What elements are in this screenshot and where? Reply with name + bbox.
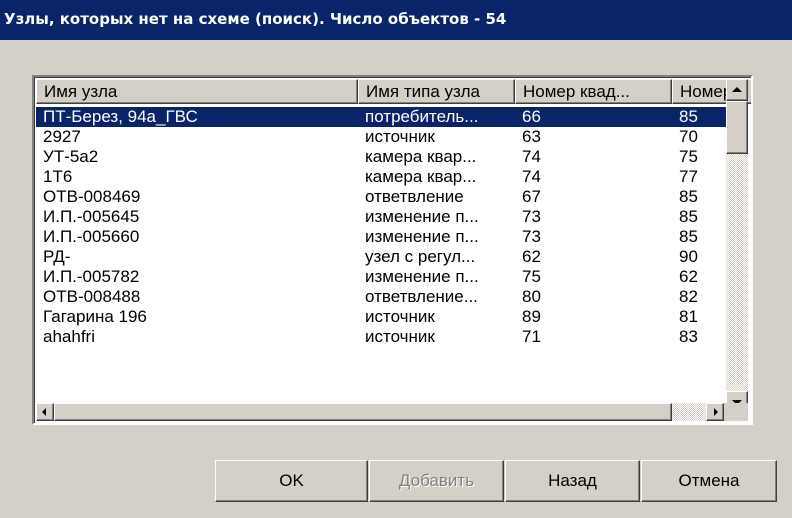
add-button[interactable]: Добавить: [369, 460, 504, 502]
cell-number: 85: [679, 107, 698, 126]
cell-node-type: потребитель...: [365, 107, 479, 126]
cell-square-number: 62: [522, 247, 541, 266]
scroll-up-button[interactable]: [726, 79, 748, 101]
cell-node-name: ОТВ-008488: [43, 287, 141, 306]
table-row[interactable]: 1Т6 камера квар... 74 77: [36, 167, 749, 187]
cell-square-number: 75: [522, 267, 541, 286]
ok-button[interactable]: OK: [215, 460, 368, 502]
cell-node-type: узел с регул...: [365, 247, 476, 266]
table-row[interactable]: И.П.-005660 изменение п... 73 85: [36, 227, 749, 247]
cell-number: 82: [679, 287, 698, 306]
column-header-node-name[interactable]: Имя узла: [36, 79, 358, 104]
cell-square-number: 67: [522, 187, 541, 206]
scroll-corner: [724, 403, 748, 421]
table-row[interactable]: 2927 источник 63 70: [36, 127, 749, 147]
cell-node-name: 2927: [43, 127, 81, 146]
cell-number: 85: [679, 207, 698, 226]
table-row[interactable]: ОТВ-008469 ответвление 67 85: [36, 187, 749, 207]
table-row[interactable]: И.П.-005782 изменение п... 75 62: [36, 267, 749, 287]
nodes-list[interactable]: Имя узла Имя типа узла Номер квад... Ном…: [32, 75, 753, 425]
cell-number: 85: [679, 187, 698, 206]
cell-node-type: источник: [365, 307, 435, 326]
list-rows: ПТ-Берез, 94а_ГВС потребитель... 66 85 2927 и…: [36, 106, 749, 408]
cell-node-name: УТ-5а2: [43, 147, 99, 166]
cell-number: 81: [679, 307, 698, 326]
cell-node-type: ответвление: [365, 187, 464, 206]
cell-node-name: РД-: [43, 247, 71, 266]
cell-node-type: камера квар...: [365, 167, 477, 186]
arrow-right-icon: [714, 408, 718, 416]
cell-node-name: И.П.-005660: [43, 227, 140, 246]
column-header-square-number[interactable]: Номер квад...: [515, 79, 672, 104]
cell-number: 85: [679, 227, 698, 246]
cell-square-number: 80: [522, 287, 541, 306]
cell-node-name: ОТВ-008469: [43, 187, 141, 206]
scroll-right-button[interactable]: [706, 403, 724, 421]
list-header: Имя узла Имя типа узла Номер квад... Ном…: [36, 79, 751, 104]
cell-number: 70: [679, 127, 698, 146]
table-row[interactable]: ОТВ-008488 ответвление... 80 82: [36, 287, 749, 307]
vertical-scroll-thumb[interactable]: [726, 101, 748, 154]
column-header-node-type[interactable]: Имя типа узла: [358, 79, 515, 104]
cell-square-number: 74: [522, 147, 541, 166]
table-row[interactable]: Гагарина 196 источник 89 81: [36, 307, 749, 327]
cell-number: 83: [679, 327, 698, 346]
cell-node-name: Гагарина 196: [43, 307, 147, 326]
back-button[interactable]: Назад: [505, 460, 640, 502]
cell-node-type: изменение п...: [365, 227, 479, 246]
cell-square-number: 66: [522, 107, 541, 126]
cell-node-name: 1Т6: [43, 167, 73, 186]
arrow-up-icon: [732, 87, 742, 92]
cell-square-number: 74: [522, 167, 541, 186]
table-row[interactable]: ahahfri источник 71 83: [36, 327, 749, 347]
cell-number: 77: [679, 167, 698, 186]
cell-square-number: 73: [522, 207, 541, 226]
cell-number: 90: [679, 247, 698, 266]
cell-node-name: ПТ-Берез, 94а_ГВС: [43, 107, 198, 126]
horizontal-scroll-thumb[interactable]: [54, 403, 672, 421]
cell-square-number: 89: [522, 307, 541, 326]
cancel-button[interactable]: Отмена: [641, 460, 777, 502]
arrow-left-icon: [42, 408, 46, 416]
cell-node-name: ahahfri: [43, 327, 95, 346]
window-title: Узлы, которых нет на схеме (поиск). Числ…: [0, 0, 792, 40]
cell-node-type: изменение п...: [365, 207, 479, 226]
cell-node-type: источник: [365, 127, 435, 146]
scroll-left-button[interactable]: [36, 403, 54, 421]
table-row[interactable]: РД-узел с регул... 62 90: [36, 247, 749, 267]
table-row[interactable]: УТ-5а2 камера квар... 74 75: [36, 147, 749, 167]
cell-number: 75: [679, 147, 698, 166]
cell-node-name: И.П.-005782: [43, 267, 140, 286]
table-row[interactable]: И.П.-005645 изменение п... 73 85: [36, 207, 749, 227]
table-row[interactable]: ПТ-Берез, 94а_ГВС потребитель... 66 85: [36, 107, 726, 127]
cell-number: 62: [679, 267, 698, 286]
cell-square-number: 63: [522, 127, 541, 146]
cell-node-type: ответвление...: [365, 287, 478, 306]
cell-node-type: камера квар...: [365, 147, 477, 166]
cell-square-number: 73: [522, 227, 541, 246]
cell-square-number: 71: [522, 327, 541, 346]
cell-node-type: источник: [365, 327, 435, 346]
cell-node-name: И.П.-005645: [43, 207, 140, 226]
cell-node-type: изменение п...: [365, 267, 479, 286]
